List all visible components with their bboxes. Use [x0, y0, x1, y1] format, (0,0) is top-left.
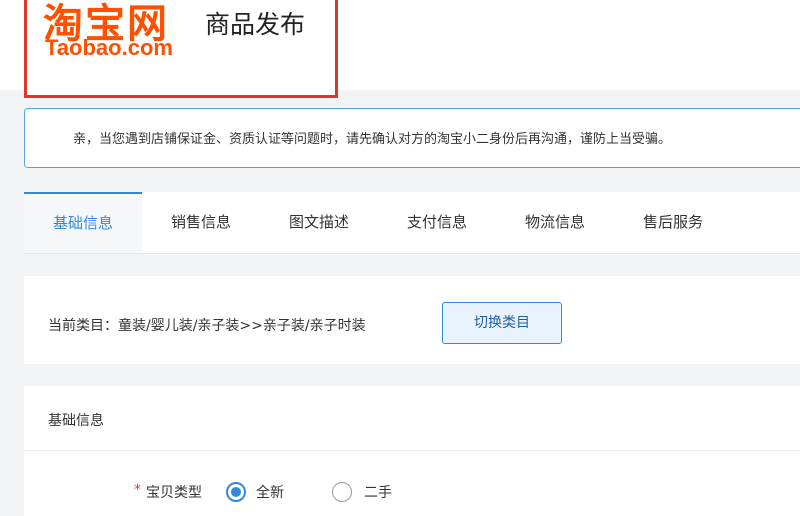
item-type-label: 宝贝类型 — [146, 485, 202, 501]
current-category: 当前类目：童装/婴儿装/亲子装>>亲子装/亲子时装 — [48, 318, 366, 334]
radio-used[interactable] — [332, 482, 352, 502]
divider — [24, 450, 800, 451]
tab-after-sales[interactable]: 售后服务 — [614, 192, 732, 253]
tab-payment-info[interactable]: 支付信息 — [378, 192, 496, 253]
radio-used-label[interactable]: 二手 — [364, 482, 392, 502]
tab-basic-info[interactable]: 基础信息 — [24, 192, 142, 253]
radio-selected-dot — [231, 487, 241, 497]
required-mark: * — [134, 482, 141, 498]
step-tabs: 基础信息 销售信息 图文描述 支付信息 物流信息 售后服务 — [24, 192, 800, 254]
taobao-logo[interactable]: 淘宝网 Taobao.com 商品发布 — [24, 0, 338, 98]
switch-category-button[interactable]: 切换类目 — [442, 302, 562, 344]
category-panel: 当前类目：童装/婴儿装/亲子装>>亲子装/亲子时装 切换类目 — [24, 276, 800, 364]
notice-text: 亲，当您遇到店铺保证金、资质认证等问题时，请先确认对方的淘宝小二身份后再沟通，谨… — [73, 132, 672, 147]
tab-logistics-info[interactable]: 物流信息 — [496, 192, 614, 253]
item-type-row: * 宝贝类型 全新 二手 — [24, 482, 800, 506]
section-title: 基础信息 — [48, 413, 104, 429]
logo-en-text: Taobao.com — [45, 35, 173, 60]
security-notice: 亲，当您遇到店铺保证金、资质认证等问题时，请先确认对方的淘宝小二身份后再沟通，谨… — [24, 108, 800, 168]
header: 淘宝网 Taobao.com 商品发布 — [0, 0, 800, 98]
page-title: 商品发布 — [205, 10, 306, 39]
radio-new-label[interactable]: 全新 — [256, 482, 284, 502]
tab-description[interactable]: 图文描述 — [260, 192, 378, 253]
basic-info-panel: 基础信息 * 宝贝类型 全新 二手 — [24, 386, 800, 516]
radio-new[interactable] — [226, 482, 246, 502]
tab-sales-info[interactable]: 销售信息 — [142, 192, 260, 253]
